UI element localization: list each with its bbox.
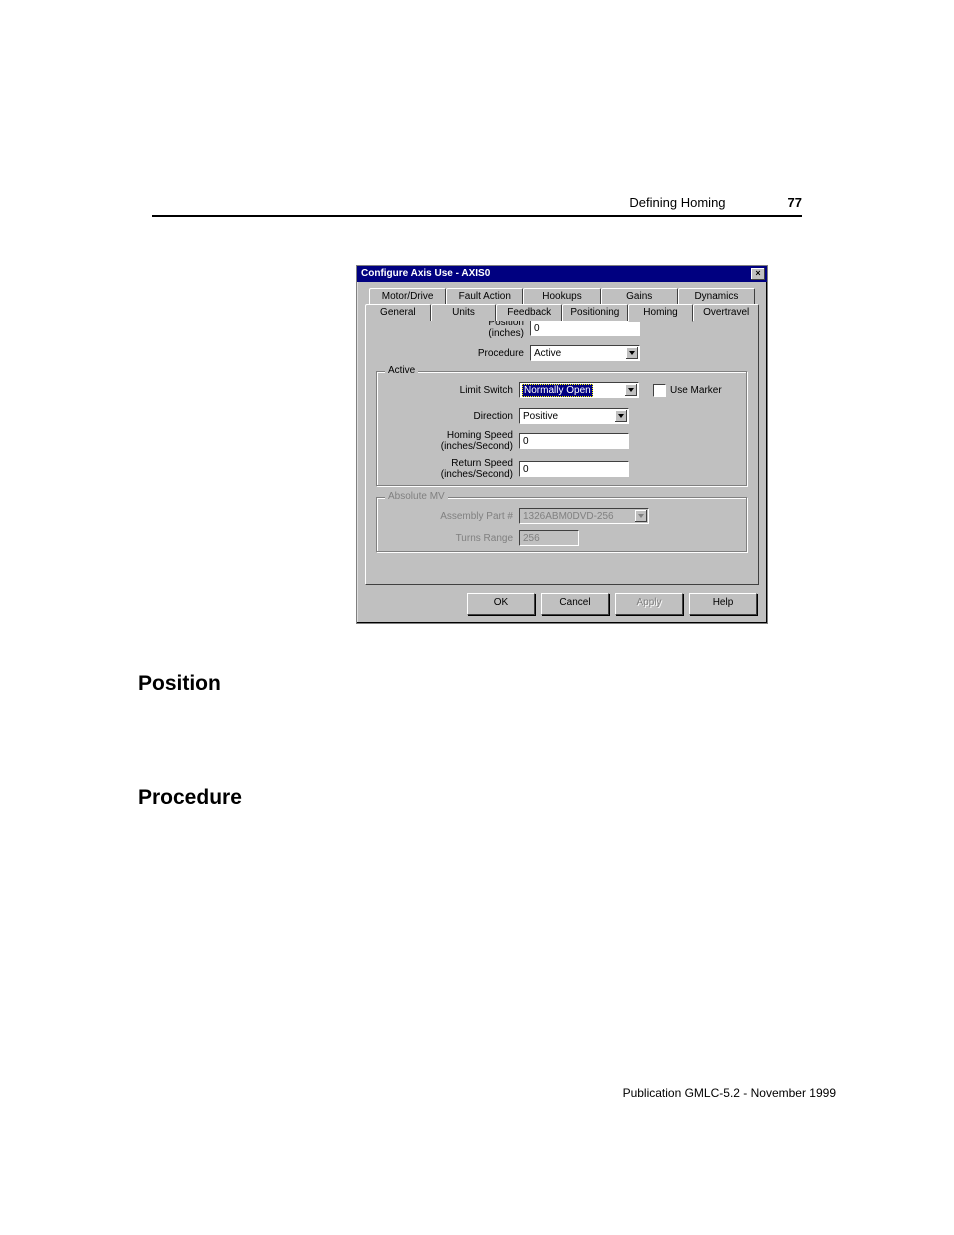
cancel-button[interactable]: Cancel	[541, 593, 609, 615]
close-icon: ×	[755, 268, 760, 278]
document-page: Defining Homing 77 Configure Axis Use - …	[0, 0, 954, 1235]
apply-button: Apply	[615, 593, 683, 615]
help-button[interactable]: Help	[689, 593, 757, 615]
turns-range-label: Turns Range	[385, 533, 519, 544]
ok-button[interactable]: OK	[467, 593, 535, 615]
running-header: Defining Homing 77	[152, 195, 802, 210]
turns-range-input	[519, 530, 579, 546]
configure-axis-dialog: Configure Axis Use - AXIS0 × Motor/Drive…	[356, 265, 768, 624]
homing-speed-input[interactable]	[519, 433, 629, 449]
assembly-part-select: 1326ABM0DVD-256	[519, 508, 649, 524]
page-number: 77	[788, 195, 802, 210]
tab-hookups[interactable]: Hookups	[523, 288, 600, 305]
return-speed-label: Return Speed (inches/Second)	[385, 458, 519, 480]
dialog-button-row: OK Cancel Apply Help	[357, 593, 757, 615]
limit-switch-select-value: Normally Open	[522, 384, 593, 397]
close-button[interactable]: ×	[751, 268, 765, 280]
procedure-select[interactable]: Active	[530, 345, 640, 361]
tab-overtravel[interactable]: Overtravel	[693, 304, 759, 321]
homing-speed-label: Homing Speed (inches/Second)	[385, 430, 519, 452]
tab-units[interactable]: Units	[431, 304, 497, 321]
position-input[interactable]	[530, 320, 640, 336]
absolute-mv-group-legend: Absolute MV	[385, 491, 448, 502]
dropdown-arrow-icon	[626, 347, 638, 359]
limit-switch-select[interactable]: Normally Open	[519, 382, 639, 398]
procedure-select-value: Active	[534, 348, 561, 359]
section-heading-position: Position	[138, 672, 221, 696]
active-group: Active Limit Switch Normally Open Use Ma…	[376, 371, 748, 487]
active-group-legend: Active	[385, 365, 418, 376]
direction-select[interactable]: Positive	[519, 408, 629, 424]
use-marker-checkbox[interactable]: Use Marker	[653, 384, 722, 397]
homing-tab-panel: Position (inches) Procedure Active Activ…	[365, 306, 759, 585]
use-marker-label: Use Marker	[670, 385, 722, 396]
tabs: Motor/Drive Fault Action Hookups Gains D…	[365, 288, 759, 322]
publication-footer: Publication GMLC-5.2 - November 1999	[623, 1086, 836, 1100]
assembly-part-label: Assembly Part #	[385, 511, 519, 522]
section-heading-procedure: Procedure	[138, 786, 242, 810]
position-label-line2: (inches)	[376, 328, 524, 339]
homing-speed-label-line1: Homing Speed	[385, 430, 513, 441]
dialog-title: Configure Axis Use - AXIS0	[361, 266, 490, 282]
tab-feedback[interactable]: Feedback	[496, 304, 562, 321]
tab-fault-action[interactable]: Fault Action	[446, 288, 523, 305]
tab-row-front: General Units Feedback Positioning Homin…	[365, 304, 759, 322]
assembly-part-select-value: 1326ABM0DVD-256	[523, 511, 614, 522]
return-speed-input[interactable]	[519, 461, 629, 477]
direction-label: Direction	[385, 411, 519, 422]
header-rule	[152, 215, 802, 217]
direction-select-value: Positive	[523, 411, 558, 422]
return-speed-label-line1: Return Speed	[385, 458, 513, 469]
tab-positioning[interactable]: Positioning	[562, 304, 628, 321]
tab-general[interactable]: General	[365, 304, 431, 321]
dropdown-arrow-icon	[615, 410, 627, 422]
homing-speed-label-line2: (inches/Second)	[385, 441, 513, 452]
limit-switch-label: Limit Switch	[385, 385, 519, 396]
tab-gains[interactable]: Gains	[601, 288, 678, 305]
tab-motor-drive[interactable]: Motor/Drive	[369, 288, 446, 305]
tab-dynamics[interactable]: Dynamics	[678, 288, 755, 305]
procedure-label: Procedure	[376, 348, 530, 359]
tab-homing[interactable]: Homing	[628, 304, 694, 322]
dropdown-arrow-icon	[625, 384, 637, 396]
absolute-mv-group: Absolute MV Assembly Part # 1326ABM0DVD-…	[376, 497, 748, 553]
checkbox-box-icon	[653, 384, 666, 397]
return-speed-label-line2: (inches/Second)	[385, 469, 513, 480]
running-header-title: Defining Homing	[629, 195, 725, 210]
tab-row-back: Motor/Drive Fault Action Hookups Gains D…	[369, 288, 755, 305]
dialog-titlebar: Configure Axis Use - AXIS0 ×	[357, 266, 767, 282]
dropdown-arrow-icon	[635, 510, 647, 522]
